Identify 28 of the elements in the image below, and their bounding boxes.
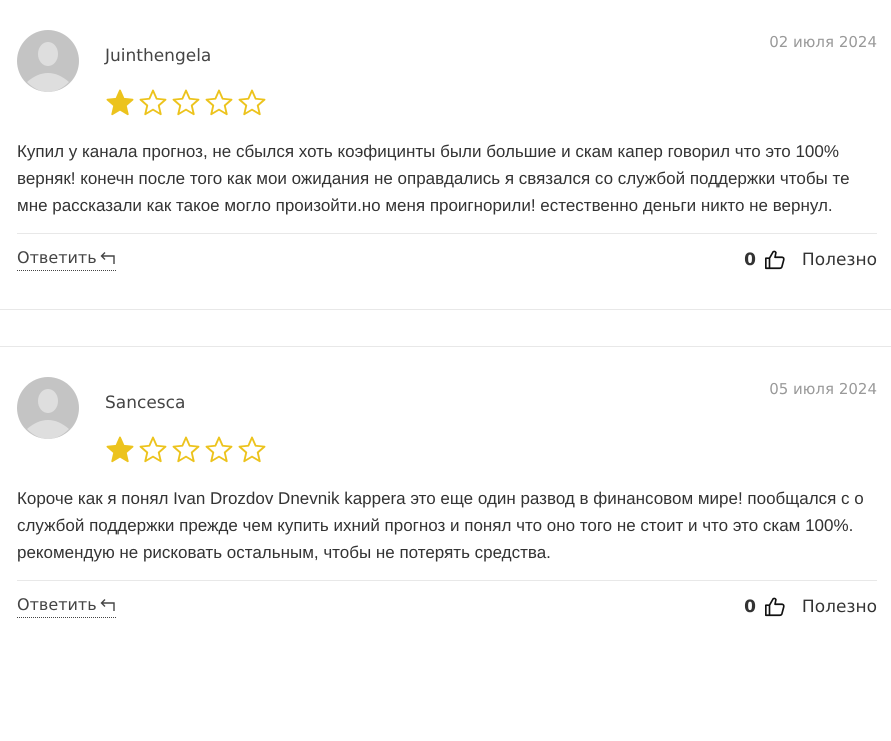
avatar-icon bbox=[17, 377, 79, 439]
reply-arrow-icon bbox=[100, 598, 116, 612]
star-icon bbox=[138, 435, 168, 465]
author-name: Sancesca bbox=[105, 393, 186, 413]
thumbs-up-icon[interactable] bbox=[764, 596, 786, 618]
helpful-label[interactable]: Полезно bbox=[802, 250, 877, 270]
reply-link[interactable]: Ответить bbox=[17, 248, 116, 271]
star-icon bbox=[204, 435, 234, 465]
reply-link[interactable]: Ответить bbox=[17, 595, 116, 618]
reply-arrow-icon bbox=[100, 250, 116, 264]
star-icon bbox=[105, 88, 135, 118]
review-date: 02 июля 2024 bbox=[769, 33, 877, 51]
author-name: Juinthengela bbox=[105, 46, 212, 66]
star-icon bbox=[237, 88, 267, 118]
star-icon bbox=[204, 88, 234, 118]
review-date: 05 июля 2024 bbox=[769, 380, 877, 398]
thumbs-up-icon[interactable] bbox=[764, 248, 786, 270]
star-icon bbox=[237, 435, 267, 465]
review-text: Купил у канала прогноз, не сбылся хоть коэфицинты были большие и скам капер говорил что это 100% верняк! конечн после того как мои ожидания не оправдались я связался со службой поддержки чтобы те мне рассказали как такое могло произойти.но меня проигнорили! естественно деньги никто не вернул. bbox=[17, 141, 851, 217]
review-text: Короче как я понял Ivan Drozdov Dnevnik kappera это еще один развод в финансовом мире! пообщался с о службой поддержки прежде чем купить ихний прогноз и понял что оно того не стоит и что это скам 100%. рекомендую не рисковать остальным, чтобы не потерять средства. bbox=[17, 488, 865, 564]
star-icon bbox=[105, 435, 135, 465]
star-icon bbox=[171, 88, 201, 118]
star-icon bbox=[138, 88, 168, 118]
like-count: 0 bbox=[744, 250, 756, 270]
star-icon bbox=[171, 435, 201, 465]
helpful-label[interactable]: Полезно bbox=[802, 596, 877, 616]
avatar-icon bbox=[17, 30, 79, 92]
like-count: 0 bbox=[744, 596, 756, 616]
